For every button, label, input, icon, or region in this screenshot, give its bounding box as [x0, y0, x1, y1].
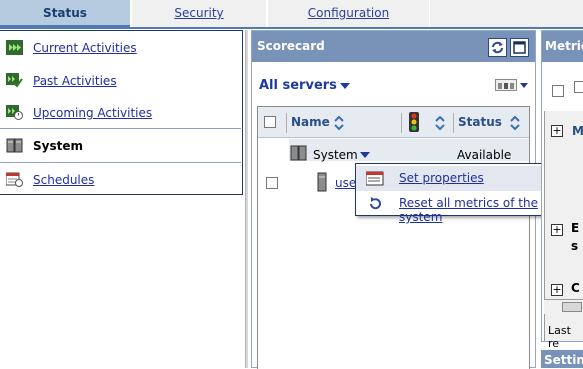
tab-configuration[interactable]: Configuration [267, 0, 429, 27]
tabs-underline [0, 27, 583, 29]
expand-icon[interactable]: + [551, 125, 563, 137]
column-divider [401, 113, 402, 133]
horizontal-scrollbar[interactable] [544, 299, 583, 314]
settings-title: Settin [544, 353, 583, 367]
nav-item-current-activities[interactable]: Current Activities [0, 32, 241, 64]
tab-security[interactable]: Security [131, 0, 266, 27]
servers-dropdown-icon[interactable] [340, 83, 350, 89]
menu-label: Set properties [399, 171, 484, 185]
sort-icon[interactable] [509, 114, 521, 132]
column-header-name[interactable]: Name [291, 115, 330, 129]
left-navigation: Current Activities Past Activities Upcom… [0, 30, 243, 195]
maximize-icon [513, 41, 526, 54]
column-header-status[interactable]: Status [458, 115, 502, 129]
schedules-icon [6, 172, 23, 187]
metric-text: M [572, 124, 583, 138]
current-activities-icon [6, 40, 23, 55]
main-tabs: Status Security Configuration [0, 0, 583, 29]
nav-item-schedules[interactable]: Schedules [0, 164, 241, 196]
scrollbar-thumb[interactable] [562, 302, 582, 312]
system-icon [290, 145, 307, 161]
tabs-filler [430, 0, 583, 27]
table-header: Name Status [258, 107, 529, 138]
traffic-light-icon [409, 112, 419, 132]
metrics-option-checkbox[interactable] [574, 81, 583, 93]
metric-text: E [571, 221, 580, 235]
settings-panel-header: Settin [541, 350, 583, 368]
nav-label: Upcoming Activities [33, 106, 153, 120]
column-settings-dropdown-icon[interactable] [520, 83, 528, 88]
row-checkbox[interactable] [266, 177, 278, 189]
nav-label: Current Activities [33, 41, 137, 55]
expand-icon[interactable]: + [551, 224, 563, 236]
upcoming-activities-icon [6, 105, 23, 120]
nav-label: Past Activities [33, 74, 117, 88]
refresh-button[interactable] [488, 38, 507, 57]
scorecard-title: Scorecard [257, 39, 325, 53]
select-all-checkbox[interactable] [264, 116, 276, 128]
nav-divider [0, 128, 241, 129]
system-name[interactable]: System [313, 148, 358, 162]
scorecard-header: Scorecard [252, 31, 535, 62]
sort-icon[interactable] [333, 114, 345, 132]
metric-text: C [571, 281, 580, 295]
nav-item-past-activities[interactable]: Past Activities [0, 65, 241, 97]
server-link[interactable]: use [335, 176, 356, 190]
metrics-header: Metric [542, 31, 583, 62]
metric-text: s [571, 239, 579, 253]
nav-item-upcoming-activities[interactable]: Upcoming Activities [0, 97, 241, 129]
metrics-checkbox[interactable] [552, 85, 564, 97]
expand-icon[interactable]: + [551, 284, 563, 296]
last-refresh-text: Last re [548, 324, 571, 350]
maximize-button[interactable] [510, 38, 529, 57]
metrics-panel: Metric + M + E s + C Last re [541, 30, 583, 350]
column-divider [453, 113, 454, 133]
past-activities-icon [6, 73, 23, 88]
column-settings-button[interactable] [495, 79, 517, 91]
nav-item-system[interactable]: System [0, 130, 241, 162]
nav-label: System [33, 139, 83, 153]
server-icon [317, 172, 327, 192]
sort-icon[interactable] [434, 114, 446, 132]
metrics-title: Metric [545, 39, 583, 53]
tab-status[interactable]: Status [0, 0, 130, 27]
system-status: Available [457, 148, 512, 162]
columns-icon [498, 83, 514, 89]
reset-icon [370, 197, 381, 210]
pane-splitter[interactable] [245, 30, 248, 368]
refresh-icon [492, 41, 503, 54]
column-divider [286, 113, 287, 133]
nav-label: Schedules [33, 173, 95, 187]
system-icon [6, 138, 23, 153]
servers-filter[interactable]: All servers [259, 78, 337, 93]
system-menu-dropdown-icon[interactable] [360, 152, 370, 158]
properties-icon [366, 171, 384, 186]
nav-divider [0, 162, 241, 163]
